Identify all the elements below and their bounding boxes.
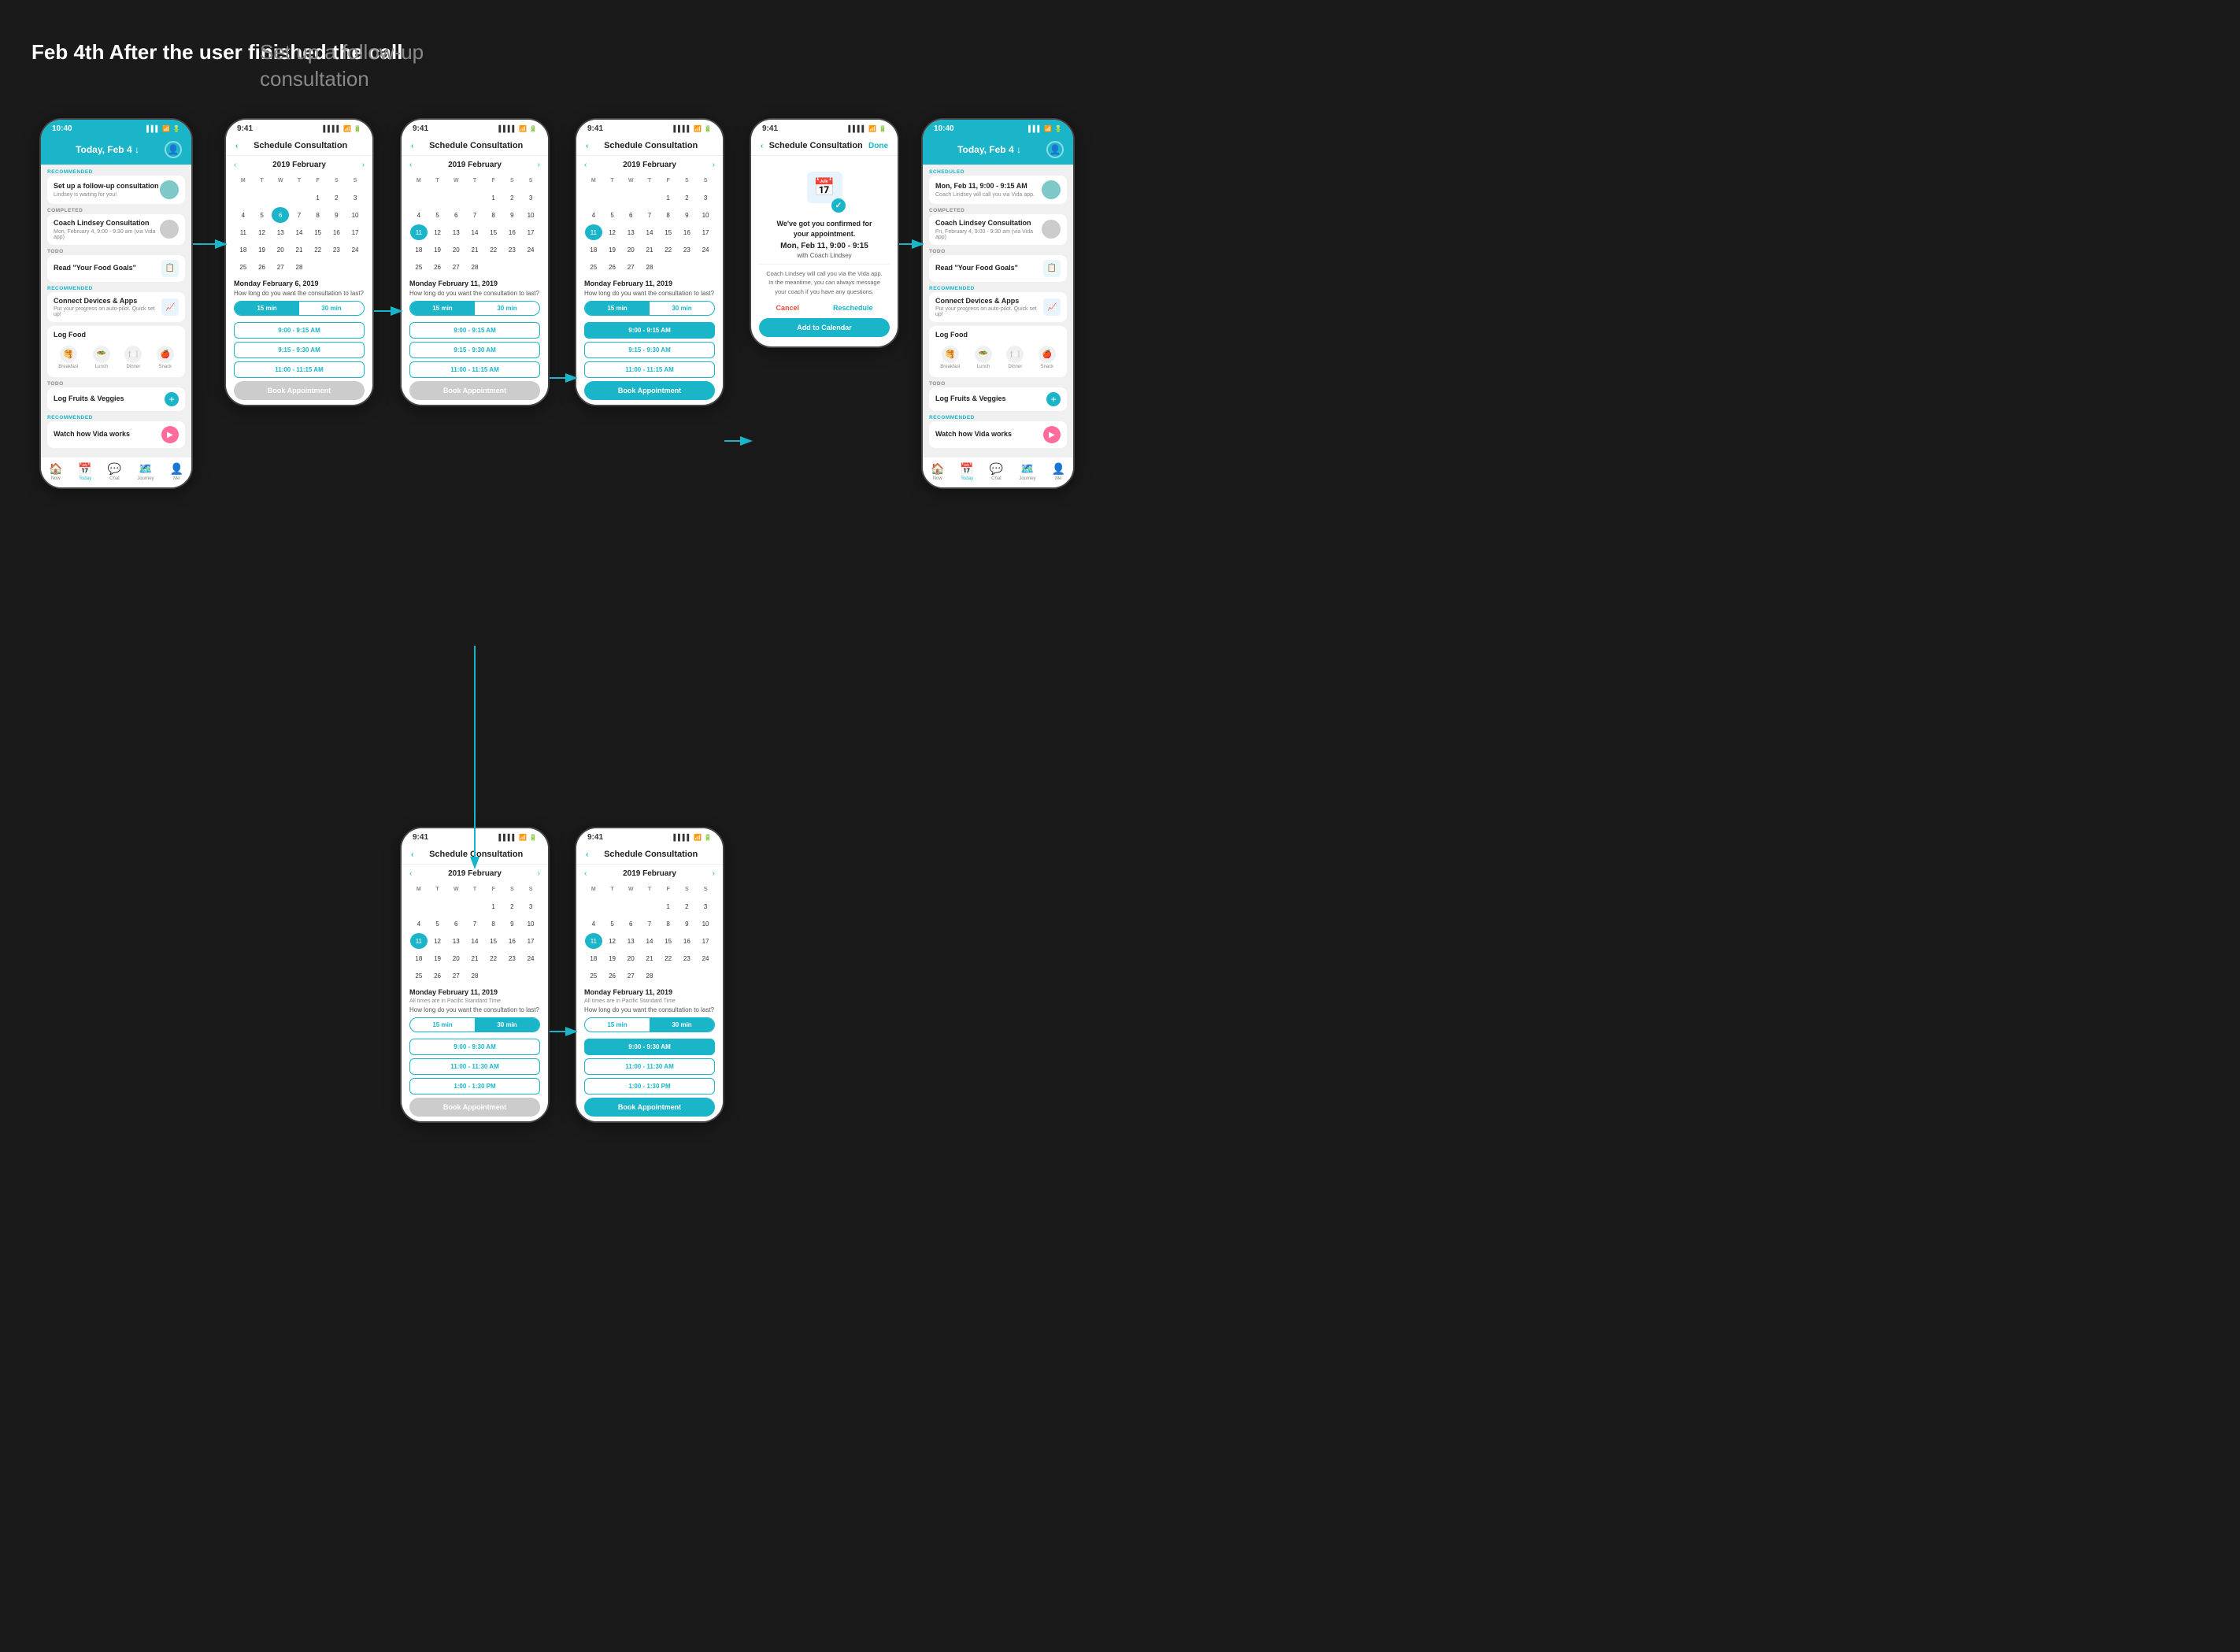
list-item-consultation[interactable]: Coach Lindsey Consultation Mon, February… [47, 214, 185, 245]
time-slot-2-3[interactable]: 9:15 - 9:30 AM [409, 342, 540, 358]
duration-toggle-7: 15 min 30 min [409, 1017, 540, 1032]
list-item-read[interactable]: Read "Your Food Goals" 📋 [47, 255, 185, 282]
list-item-watch[interactable]: Watch how Vida works ▶ [47, 421, 185, 448]
duration-toggle-8: 15 min 30 min [584, 1017, 715, 1032]
duration-toggle-4: 15 min 30 min [584, 301, 715, 316]
book-btn-2[interactable]: Book Appointment [234, 381, 365, 400]
duration-15-4[interactable]: 15 min [585, 302, 650, 315]
list-item-consultation-6[interactable]: Coach Lindsey Consultation Fri, February… [929, 214, 1067, 245]
calendar-grid-2: M T W T F S S 1 2 3 [234, 172, 365, 275]
bottom-nav-6: 🏠Now 📅Today 💬Chat 🗺️Journey 👤Me [923, 457, 1073, 487]
calendar-grid-4: M T W T F S S 1 2 3 [584, 172, 715, 275]
page-container: Feb 4th After the user finished the call… [31, 31, 2209, 1621]
status-bar-3: 9:41 ▌▌▌▌📶🔋 [402, 120, 548, 136]
phone-2-calendar-feb6: 9:41 ▌▌▌▌📶🔋 ‹ Schedule Consultation ‹ 20… [224, 118, 374, 406]
app-header-5: ‹ Schedule Consultation Done [751, 136, 898, 156]
duration-15-2[interactable]: 15 min [235, 302, 299, 315]
phone-1-today-before: 10:40 ▌▌▌📶🔋 Today, Feb 4 ↓ 👤 RECOMMENDED… [39, 118, 193, 489]
phone-6-today-after: 10:40 ▌▌▌📶🔋 Today, Feb 4 ↓ 👤 SCHEDULED M… [921, 118, 1075, 489]
status-bar-4: 9:41 ▌▌▌▌📶🔋 [576, 120, 723, 136]
app-header-3: ‹ Schedule Consultation [402, 136, 548, 156]
done-btn-5[interactable]: Done [868, 142, 888, 150]
list-item-fruits-6[interactable]: Log Fruits & Veggies + [929, 387, 1067, 411]
back-btn-7[interactable]: ‹ [411, 850, 413, 859]
list-item-log-food: Log Food 🥞Breakfast 🥗Lunch 🍽️Dinner 🍎Sna… [47, 326, 185, 377]
list-item-followup[interactable]: Set up a follow-up consultation Lindsey … [47, 176, 185, 204]
phone-8-calendar-30min-selected: 9:41 ▌▌▌▌📶🔋 ‹ Schedule Consultation ‹ 20… [575, 827, 724, 1123]
calendar-grid-8: M T W T F S S 1 2 3 [584, 881, 715, 983]
status-bar-8: 9:41 ▌▌▌▌📶🔋 [576, 828, 723, 845]
status-bar-7: 9:41 ▌▌▌▌📶🔋 [402, 828, 548, 845]
app-title-6: Today, Feb 4 ↓ [957, 144, 1021, 155]
time-slot-1-3[interactable]: 9:00 - 9:15 AM [409, 322, 540, 339]
time-slot-1-8-selected[interactable]: 9:00 - 9:30 AM [584, 1039, 715, 1055]
app-title-1: Today, Feb 4 ↓ [76, 144, 139, 155]
time-slot-1-7[interactable]: 9:00 - 9:30 AM [409, 1039, 540, 1055]
time-slot-3-4[interactable]: 11:00 - 11:15 AM [584, 361, 715, 378]
duration-15-7[interactable]: 15 min [410, 1018, 475, 1032]
time-slot-3-8[interactable]: 1:00 - 1:30 PM [584, 1078, 715, 1095]
duration-toggle-2: 15 min 30 min [234, 301, 365, 316]
status-bar-2: 9:41 ▌▌▌▌📶🔋 [226, 120, 372, 136]
duration-30-2[interactable]: 30 min [299, 302, 364, 315]
status-bar-1: 10:40 ▌▌▌📶🔋 [41, 120, 191, 136]
time-slot-2-4[interactable]: 9:15 - 9:30 AM [584, 342, 715, 358]
duration-30-7[interactable]: 30 min [475, 1018, 539, 1032]
phone-5-confirmation: 9:41 ▌▌▌▌📶🔋 ‹ Schedule Consultation Done… [750, 118, 899, 348]
app-header-4: ‹ Schedule Consultation [576, 136, 723, 156]
phone-4-calendar-selected: 9:41 ▌▌▌▌📶🔋 ‹ Schedule Consultation ‹ 20… [575, 118, 724, 406]
duration-30-3[interactable]: 30 min [475, 302, 539, 315]
back-btn-4[interactable]: ‹ [586, 142, 588, 150]
back-btn-8[interactable]: ‹ [586, 850, 588, 859]
list-item-log-food-6: Log Food 🥞Breakfast 🥗Lunch 🍽️Dinner 🍎Sna… [929, 326, 1067, 377]
app-header-7: ‹ Schedule Consultation [402, 845, 548, 865]
list-item-scheduled[interactable]: Mon, Feb 11, 9:00 - 9:15 AM Coach Lindse… [929, 176, 1067, 204]
calendar-grid-3: M T W T F S S 1 2 3 [409, 172, 540, 275]
list-item-read-6[interactable]: Read "Your Food Goals" 📋 [929, 255, 1067, 282]
app-header-6: Today, Feb 4 ↓ 👤 [923, 136, 1073, 165]
time-slot-3-3[interactable]: 11:00 - 11:15 AM [409, 361, 540, 378]
list-item-connect[interactable]: Connect Devices & Apps Put your progress… [47, 292, 185, 323]
duration-15-3[interactable]: 15 min [410, 302, 475, 315]
time-slot-1-2[interactable]: 9:00 - 9:15 AM [234, 322, 365, 339]
cancel-btn-5[interactable]: Cancel [776, 304, 799, 312]
book-btn-3[interactable]: Book Appointment [409, 381, 540, 400]
duration-30-8[interactable]: 30 min [650, 1018, 714, 1032]
calendar-grid-7: M T W T F S S 1 2 3 [409, 881, 540, 983]
confirm-content-5: 📅 ✓ We've got you confirmed foryour appo… [751, 156, 898, 346]
duration-toggle-3: 15 min 30 min [409, 301, 540, 316]
status-bar-5: 9:41 ▌▌▌▌📶🔋 [751, 120, 898, 136]
book-btn-8[interactable]: Book Appointment [584, 1098, 715, 1117]
time-slot-1-4-selected[interactable]: 9:00 - 9:15 AM [584, 322, 715, 339]
today-content-6: SCHEDULED Mon, Feb 11, 9:00 - 9:15 AM Co… [923, 165, 1073, 457]
bottom-nav-1: 🏠Now 📅Today 💬Chat 🗺️Journey 👤Me [41, 457, 191, 487]
phone-3-calendar-feb11: 9:41 ▌▌▌▌📶🔋 ‹ Schedule Consultation ‹ 20… [400, 118, 550, 406]
list-item-fruits[interactable]: Log Fruits & Veggies + [47, 387, 185, 411]
list-item-watch-6[interactable]: Watch how Vida works ▶ [929, 421, 1067, 448]
list-item-connect-6[interactable]: Connect Devices & Apps Put your progress… [929, 292, 1067, 323]
time-slot-2-8[interactable]: 11:00 - 11:30 AM [584, 1058, 715, 1075]
back-btn-5[interactable]: ‹ [761, 142, 763, 150]
section-label-right: Set up a follow-up consultation [260, 39, 424, 93]
time-slot-2-2[interactable]: 9:15 - 9:30 AM [234, 342, 365, 358]
add-calendar-btn-5[interactable]: Add to Calendar [759, 318, 890, 337]
status-bar-6: 10:40 ▌▌▌📶🔋 [923, 120, 1073, 136]
book-btn-7[interactable]: Book Appointment [409, 1098, 540, 1117]
app-header-8: ‹ Schedule Consultation [576, 845, 723, 865]
time-slot-3-2[interactable]: 11:00 - 11:15 AM [234, 361, 365, 378]
today-content-1: RECOMMENDED Set up a follow-up consultat… [41, 165, 191, 457]
back-btn-2[interactable]: ‹ [235, 142, 238, 150]
time-slot-2-7[interactable]: 11:00 - 11:30 AM [409, 1058, 540, 1075]
app-header-2: ‹ Schedule Consultation [226, 136, 372, 156]
reschedule-btn-5[interactable]: Reschedule [833, 304, 873, 312]
phone-7-calendar-30min: 9:41 ▌▌▌▌📶🔋 ‹ Schedule Consultation ‹ 20… [400, 827, 550, 1123]
duration-15-8[interactable]: 15 min [585, 1018, 650, 1032]
time-slot-3-7[interactable]: 1:00 - 1:30 PM [409, 1078, 540, 1095]
book-btn-4[interactable]: Book Appointment [584, 381, 715, 400]
app-header-1: Today, Feb 4 ↓ 👤 [41, 136, 191, 165]
duration-30-4[interactable]: 30 min [650, 302, 714, 315]
back-btn-3[interactable]: ‹ [411, 142, 413, 150]
